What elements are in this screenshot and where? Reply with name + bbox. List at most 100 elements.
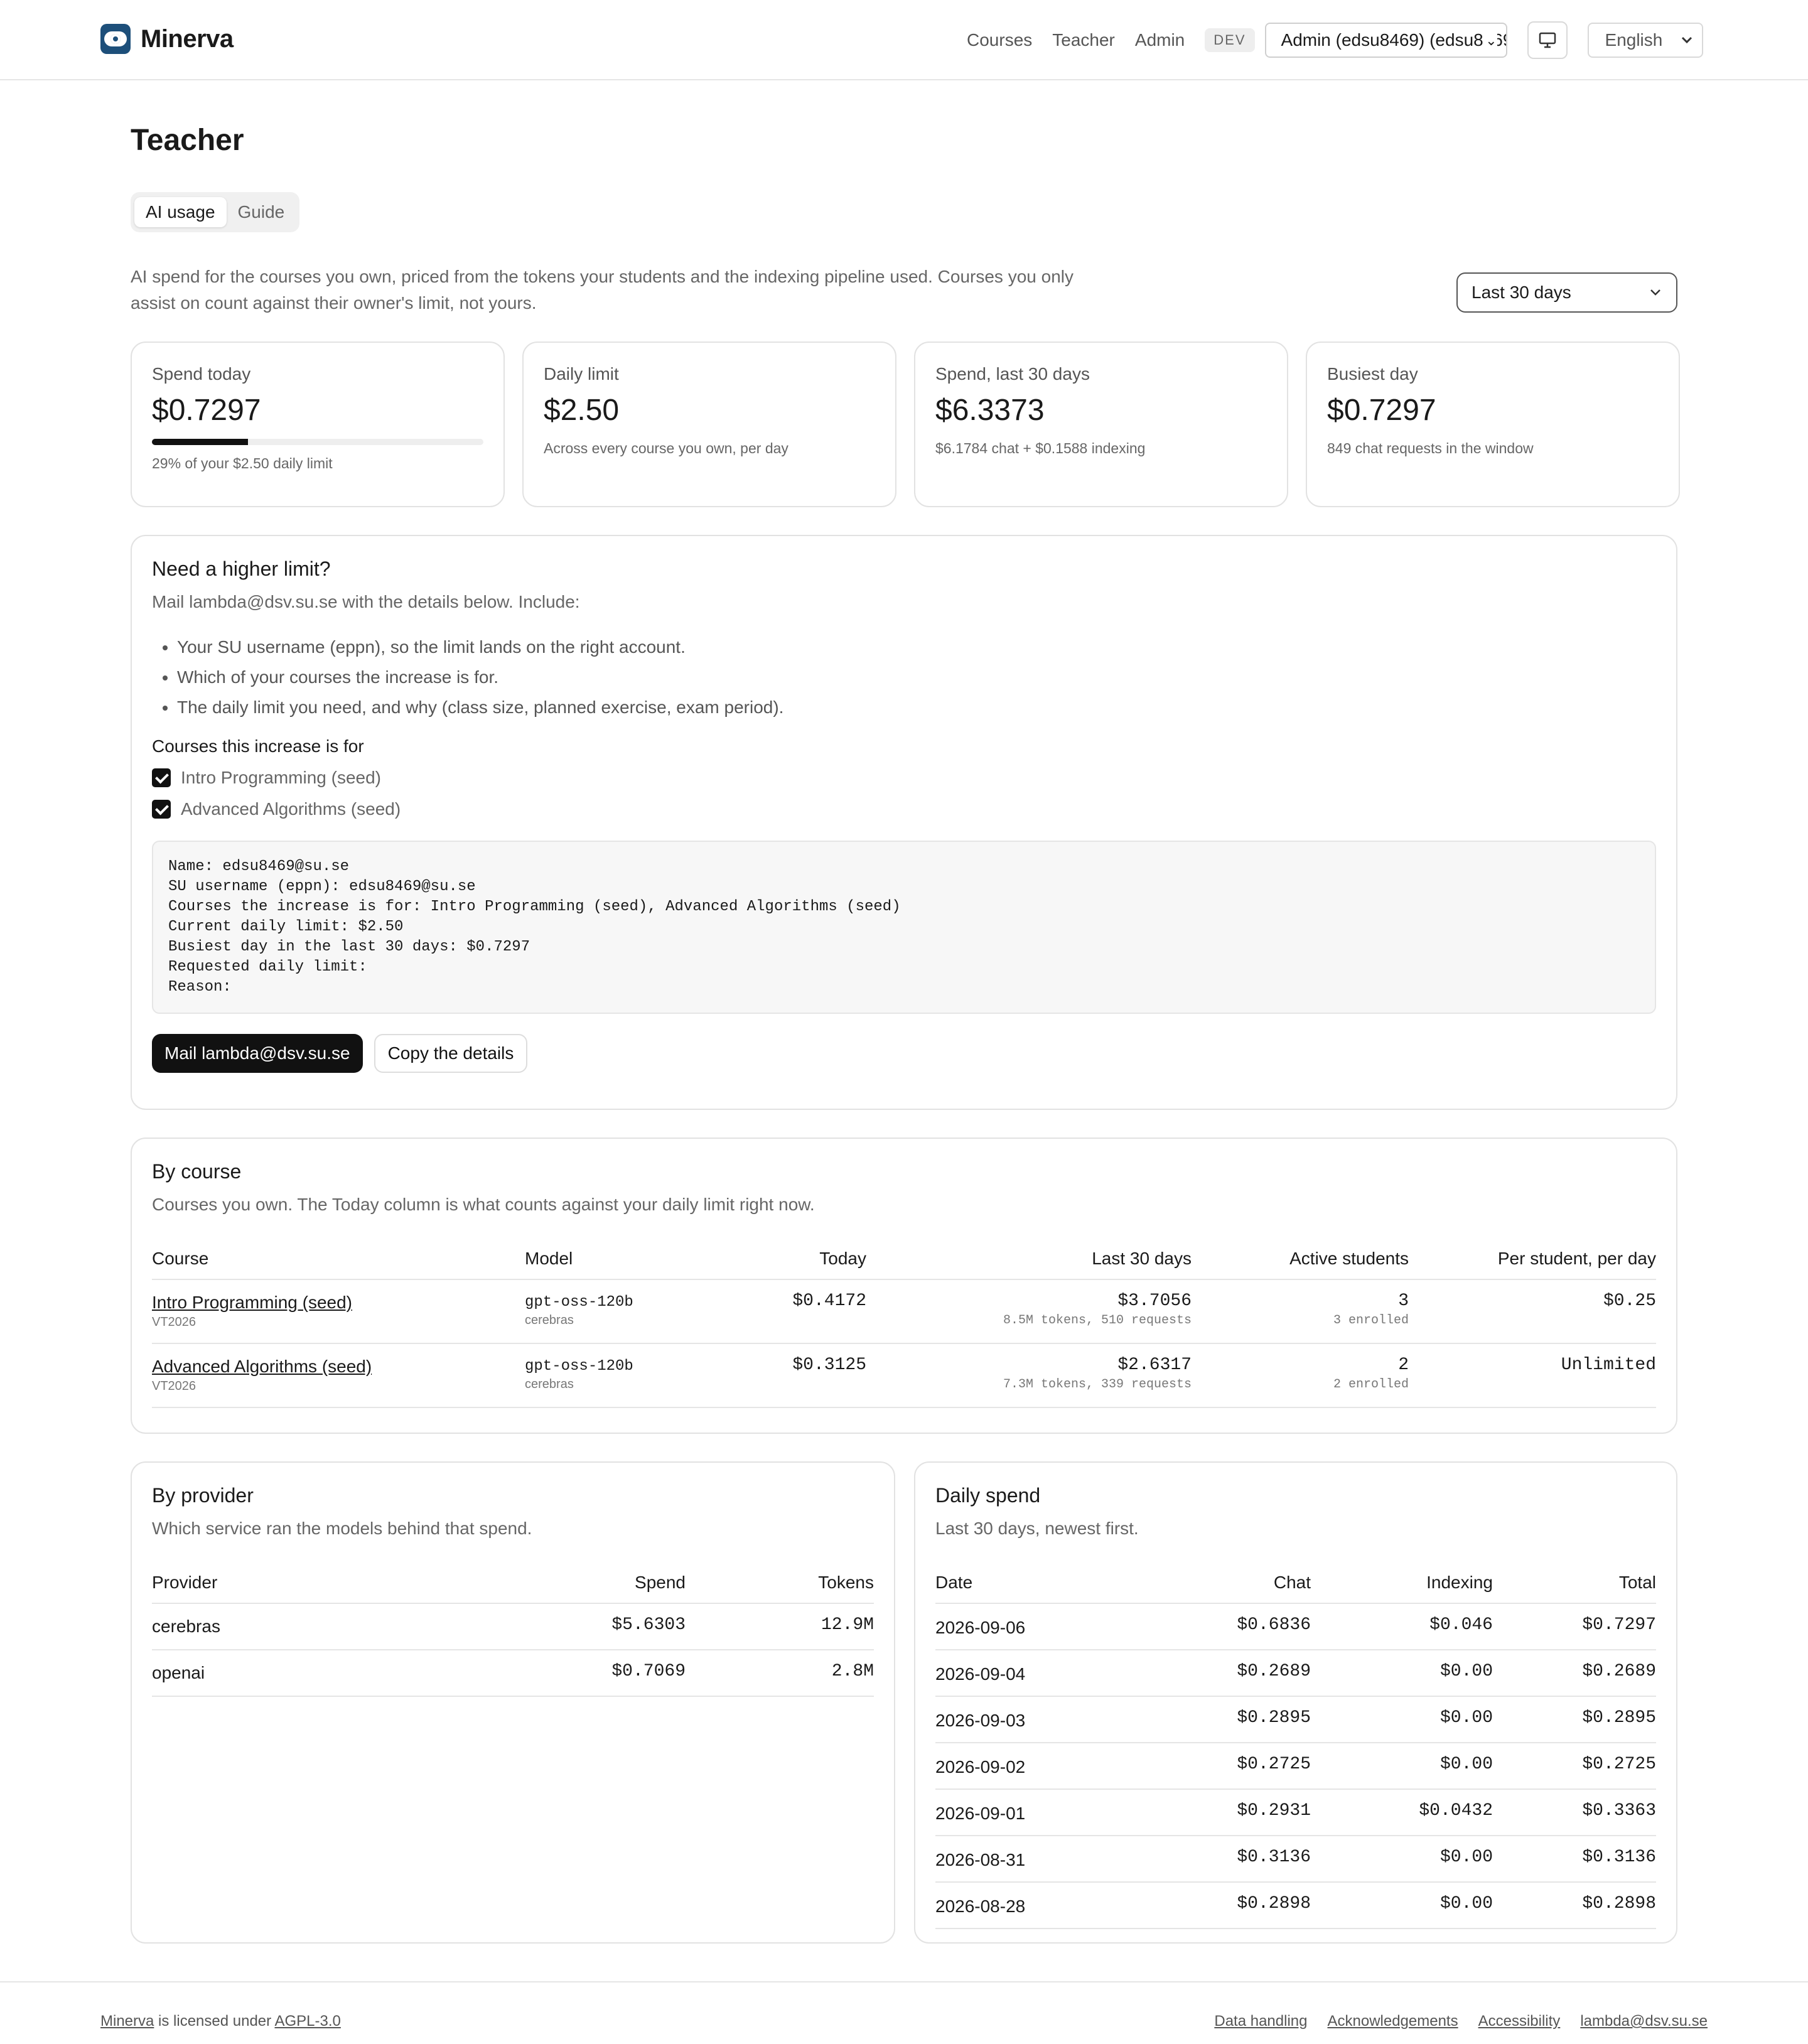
details-textarea[interactable]: Name: edsu8469@su.se SU username (eppn):…: [152, 841, 1656, 1014]
stat-note: 849 chat requests in the window: [1327, 440, 1534, 456]
column-header: Tokens: [686, 1573, 874, 1604]
course-term: VT2026: [152, 1379, 196, 1393]
brand[interactable]: Minerva: [100, 24, 234, 54]
enrolled-count: 2 enrolled: [1333, 1377, 1409, 1392]
nav-admin[interactable]: Admin: [1135, 30, 1185, 50]
section-title: By course: [152, 1160, 242, 1183]
column-header: Indexing: [1311, 1573, 1493, 1604]
provider-name: openai: [152, 1650, 497, 1697]
provider-table: Provider Spend Tokens cerebras $5.6303 1…: [152, 1573, 874, 1697]
nav-courses[interactable]: Courses: [967, 30, 1032, 50]
daily-chat: $0.2898: [1129, 1882, 1311, 1929]
page-intro: AI spend for the courses you own, priced…: [131, 267, 1074, 313]
daily-spend-card: Daily spend Last 30 days, newest first. …: [914, 1461, 1677, 1944]
nav-teacher[interactable]: Teacher: [1052, 30, 1115, 50]
stat-note: 29% of your $2.50 daily limit: [152, 455, 333, 471]
stat-value: $0.7297: [1327, 394, 1436, 427]
course-checkbox-row[interactable]: Intro Programming (seed): [152, 768, 1656, 788]
daily-indexing: $0.0432: [1311, 1789, 1493, 1836]
daily-indexing: $0.046: [1311, 1603, 1493, 1650]
last30-spend: $3.7056: [1117, 1291, 1192, 1311]
daily-total: $0.2725: [1493, 1743, 1656, 1790]
courses-label: Courses this increase is for: [152, 736, 364, 756]
list-item: The daily limit you need, and why (class…: [177, 692, 1656, 723]
column-header: Provider: [152, 1573, 497, 1604]
stat-spend-30-days: Spend, last 30 days $6.3373 $6.1784 chat…: [914, 342, 1288, 507]
footer-link-acknowledgements[interactable]: Acknowledgements: [1327, 2013, 1458, 2030]
copy-details-button[interactable]: Copy the details: [374, 1034, 528, 1073]
course-link[interactable]: Advanced Algorithms (seed): [152, 1357, 525, 1377]
stat-label: Spend today: [152, 364, 251, 384]
display-mode-button[interactable]: [1527, 21, 1568, 59]
daily-date: 2026-09-01: [935, 1789, 1129, 1836]
provider-spend: $0.7069: [497, 1650, 686, 1697]
stat-label: Daily limit: [544, 364, 619, 384]
stat-spend-today: Spend today $0.7297 29% of your $2.50 da…: [131, 342, 505, 507]
table-row: 2026-08-31 $0.3136 $0.00 $0.3136: [935, 1836, 1656, 1883]
tab-list: AI usage Guide: [131, 192, 300, 232]
chevron-down-icon: ⌄: [1483, 33, 1497, 49]
stat-busiest-day: Busiest day $0.7297 849 chat requests in…: [1306, 342, 1680, 507]
higher-limit-card: Need a higher limit? Mail lambda@dsv.su.…: [131, 535, 1677, 1110]
column-header: Today: [716, 1249, 866, 1280]
today-spend: $0.3125: [716, 1343, 866, 1408]
column-header: Date: [935, 1573, 1129, 1604]
stat-note: $6.1784 chat + $0.1588 indexing: [935, 440, 1146, 456]
footer-link-email[interactable]: lambda@dsv.su.se: [1580, 2013, 1708, 2030]
daily-total: $0.3363: [1493, 1789, 1656, 1836]
column-header: Model: [525, 1249, 716, 1280]
license-notice: Minerva is licensed under AGPL-3.0: [100, 2013, 341, 2030]
minerva-link[interactable]: Minerva: [100, 2013, 154, 2030]
tab-ai-usage[interactable]: AI usage: [134, 197, 227, 227]
daily-date: 2026-09-03: [935, 1696, 1129, 1743]
enrolled-count: 3 enrolled: [1333, 1313, 1409, 1328]
daily-date: 2026-09-02: [935, 1743, 1129, 1790]
column-header: Spend: [497, 1573, 686, 1604]
user-select-value: Admin (edsu8469) (edsu8469@su.se): [1281, 30, 1506, 50]
section-subtitle: Which service ran the models behind that…: [152, 1519, 532, 1538]
checkbox-checked[interactable]: [152, 800, 171, 819]
language-select[interactable]: English: [1587, 23, 1703, 58]
minerva-logo-icon: [100, 24, 131, 54]
daily-total: $0.2898: [1493, 1882, 1656, 1929]
table-row: cerebras $5.6303 12.9M: [152, 1603, 874, 1650]
active-students: 3: [1398, 1291, 1409, 1311]
checkbox-label: Intro Programming (seed): [181, 768, 382, 787]
daily-chat: $0.3136: [1129, 1836, 1311, 1883]
range-select[interactable]: Last 30 days: [1456, 272, 1677, 313]
section-title: Daily spend: [935, 1484, 1041, 1507]
license-link[interactable]: AGPL-3.0: [274, 2013, 340, 2030]
section-subtitle: Courses you own. The Today column is wha…: [152, 1195, 815, 1214]
footer-link-data-handling[interactable]: Data handling: [1214, 2013, 1307, 2030]
tab-guide[interactable]: Guide: [227, 197, 296, 227]
column-header: Chat: [1129, 1573, 1311, 1604]
course-link[interactable]: Intro Programming (seed): [152, 1293, 525, 1313]
footer: Minerva is licensed under AGPL-3.0 Data …: [0, 1981, 1808, 2044]
monitor-icon: [1539, 32, 1556, 48]
daily-indexing: $0.00: [1311, 1650, 1493, 1697]
language-select-value: English: [1605, 30, 1663, 50]
user-select[interactable]: Admin (edsu8469) (edsu8469@su.se) ⌄: [1264, 23, 1507, 58]
checkbox-checked[interactable]: [152, 768, 171, 787]
table-row: 2026-09-01 $0.2931 $0.0432 $0.3363: [935, 1789, 1656, 1836]
active-students: 2: [1398, 1355, 1409, 1375]
top-bar: Minerva Courses Teacher Admin DEV Admin …: [0, 0, 1808, 80]
list-item: Your SU username (eppn), so the limit la…: [177, 632, 1656, 662]
column-header: Total: [1493, 1573, 1656, 1604]
daily-date: 2026-09-04: [935, 1650, 1129, 1697]
limit-progress-bar: [152, 439, 483, 445]
last30-usage: 8.5M tokens, 510 requests: [1003, 1313, 1192, 1328]
model-provider: cerebras: [525, 1377, 574, 1391]
provider-name: cerebras: [152, 1603, 497, 1650]
course-checkbox-row[interactable]: Advanced Algorithms (seed): [152, 799, 1656, 819]
course-term: VT2026: [152, 1315, 196, 1329]
env-badge: DEV: [1205, 28, 1255, 52]
column-header: Active students: [1192, 1249, 1409, 1280]
table-row: 2026-09-03 $0.2895 $0.00 $0.2895: [935, 1696, 1656, 1743]
mail-button[interactable]: Mail lambda@dsv.su.se: [152, 1034, 363, 1073]
footer-link-accessibility[interactable]: Accessibility: [1478, 2013, 1561, 2030]
table-row: 2026-08-28 $0.2898 $0.00 $0.2898: [935, 1882, 1656, 1929]
section-subtitle: Mail lambda@dsv.su.se with the details b…: [152, 592, 580, 611]
table-row: 2026-09-04 $0.2689 $0.00 $0.2689: [935, 1650, 1656, 1697]
provider-tokens: 12.9M: [686, 1603, 874, 1650]
